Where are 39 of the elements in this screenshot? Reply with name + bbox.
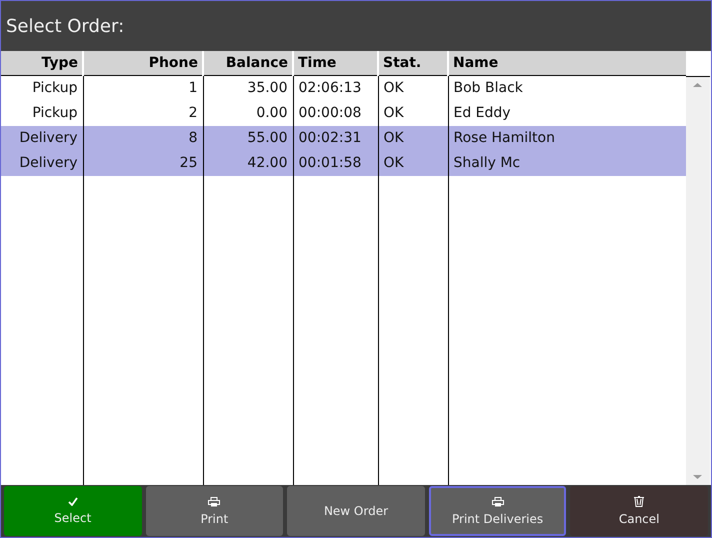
table-cell[interactable]: 00:01:58 [293, 150, 378, 176]
table-cell[interactable]: 8 [83, 126, 203, 150]
action-button[interactable]: Cancel [570, 486, 708, 536]
column-header[interactable]: Phone [83, 51, 203, 76]
table-cell[interactable]: 55.00 [203, 126, 293, 150]
table-cell[interactable]: 0.00 [203, 100, 293, 126]
table-cell[interactable]: 35.00 [203, 76, 293, 100]
table-cell[interactable]: Delivery [1, 126, 83, 150]
column-header[interactable]: Stat. [378, 51, 448, 76]
printer-icon [492, 496, 504, 506]
printer-icon [208, 496, 220, 506]
table-cell[interactable]: OK [378, 100, 448, 126]
table-cell[interactable]: Pickup [1, 76, 83, 100]
table-cell[interactable]: OK [378, 150, 448, 176]
table-cell[interactable]: Rose Hamilton [448, 126, 686, 150]
action-button[interactable]: New Order [287, 486, 425, 536]
window-title: Select Order: [6, 16, 124, 36]
table-cell[interactable]: Shally Mc [448, 150, 686, 176]
table-cell[interactable]: OK [378, 76, 448, 100]
table-cell[interactable]: Delivery [1, 150, 83, 176]
action-button[interactable]: Print Deliveries [428, 486, 566, 536]
table-cell[interactable]: OK [378, 126, 448, 150]
scrollbar[interactable] [686, 76, 710, 485]
action-button[interactable]: Print [146, 486, 284, 536]
table-cell[interactable]: 00:00:08 [293, 100, 378, 126]
column-header[interactable]: Balance [203, 51, 293, 76]
table-cell[interactable]: 00:02:31 [293, 126, 378, 150]
checkmark-icon [68, 497, 78, 506]
table-cell[interactable]: 02:06:13 [293, 76, 378, 100]
column-header[interactable]: Name [448, 51, 686, 76]
table-cell[interactable]: 2 [83, 100, 203, 126]
table-cell[interactable]: Bob Black [448, 76, 686, 100]
column-header[interactable]: Type [1, 51, 83, 76]
action-button[interactable]: Select [4, 486, 142, 536]
table-cell[interactable]: 25 [83, 150, 203, 176]
trash-icon [634, 496, 644, 507]
table-cell[interactable]: 42.00 [203, 150, 293, 176]
column-header[interactable]: Time [293, 51, 378, 76]
table-cell[interactable]: 1 [83, 76, 203, 100]
